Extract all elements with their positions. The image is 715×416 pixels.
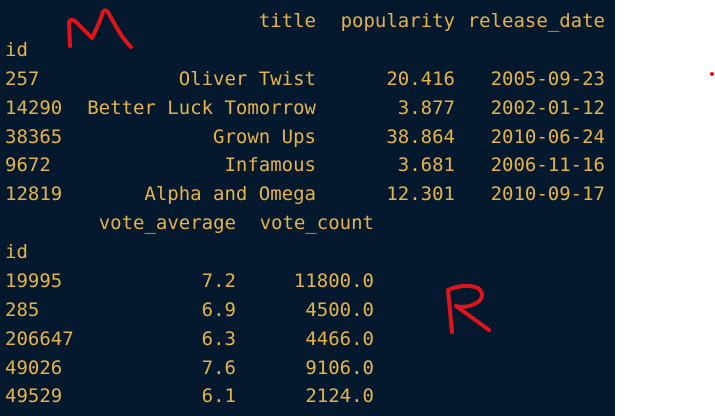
index-header-id: id [5, 39, 28, 61]
row-id: 38365 [5, 126, 63, 148]
row-id: 285 [5, 299, 40, 321]
row-title: Better Luck Tomorrow [87, 97, 316, 119]
row-vote-average: 7.2 [201, 270, 236, 292]
row-title: Oliver Twist [178, 68, 316, 90]
row-release-date: 2010-09-17 [490, 183, 605, 205]
row-id: 257 [5, 68, 40, 90]
row-vote-count: 4500.0 [305, 299, 374, 321]
row-id: 206647 [5, 328, 74, 350]
row-release-date: 2005-09-23 [490, 68, 605, 90]
row-release-date: 2010-06-24 [490, 126, 605, 148]
row-title: Alpha and Omega [144, 183, 316, 205]
column-header-release-date: release_date [467, 10, 605, 32]
row-popularity: 3.877 [397, 97, 455, 119]
row-vote-count: 11800.0 [293, 270, 374, 292]
row-release-date: 2006-11-16 [490, 154, 605, 176]
terminal-output: title popularity release_date id 257 Oli… [0, 0, 615, 416]
column-header-vote-average: vote_average [98, 212, 236, 234]
row-release-date: 2002-01-12 [490, 97, 605, 119]
row-vote-count: 4466.0 [305, 328, 374, 350]
index-header-id: id [5, 241, 28, 263]
row-popularity: 20.416 [386, 68, 455, 90]
row-vote-average: 7.6 [201, 357, 236, 379]
column-header-title: title [258, 10, 316, 32]
row-id: 49026 [5, 357, 63, 379]
row-id: 19995 [5, 270, 63, 292]
row-vote-average: 6.1 [201, 385, 236, 407]
row-popularity: 3.681 [397, 154, 455, 176]
row-id: 12819 [5, 183, 63, 205]
row-id: 9672 [5, 154, 51, 176]
row-popularity: 38.864 [386, 126, 455, 148]
row-vote-average: 6.3 [201, 328, 236, 350]
row-title: Grown Ups [213, 126, 316, 148]
row-vote-count: 9106.0 [305, 357, 374, 379]
column-header-popularity: popularity [340, 10, 455, 32]
row-vote-count: 2124.0 [305, 385, 374, 407]
row-id: 14290 [5, 97, 63, 119]
row-title: Infamous [224, 154, 316, 176]
red-dot-mark [710, 72, 714, 76]
row-id: 49529 [5, 385, 63, 407]
row-vote-average: 6.9 [201, 299, 236, 321]
column-header-vote-count: vote_count [259, 212, 374, 234]
row-popularity: 12.301 [386, 183, 455, 205]
